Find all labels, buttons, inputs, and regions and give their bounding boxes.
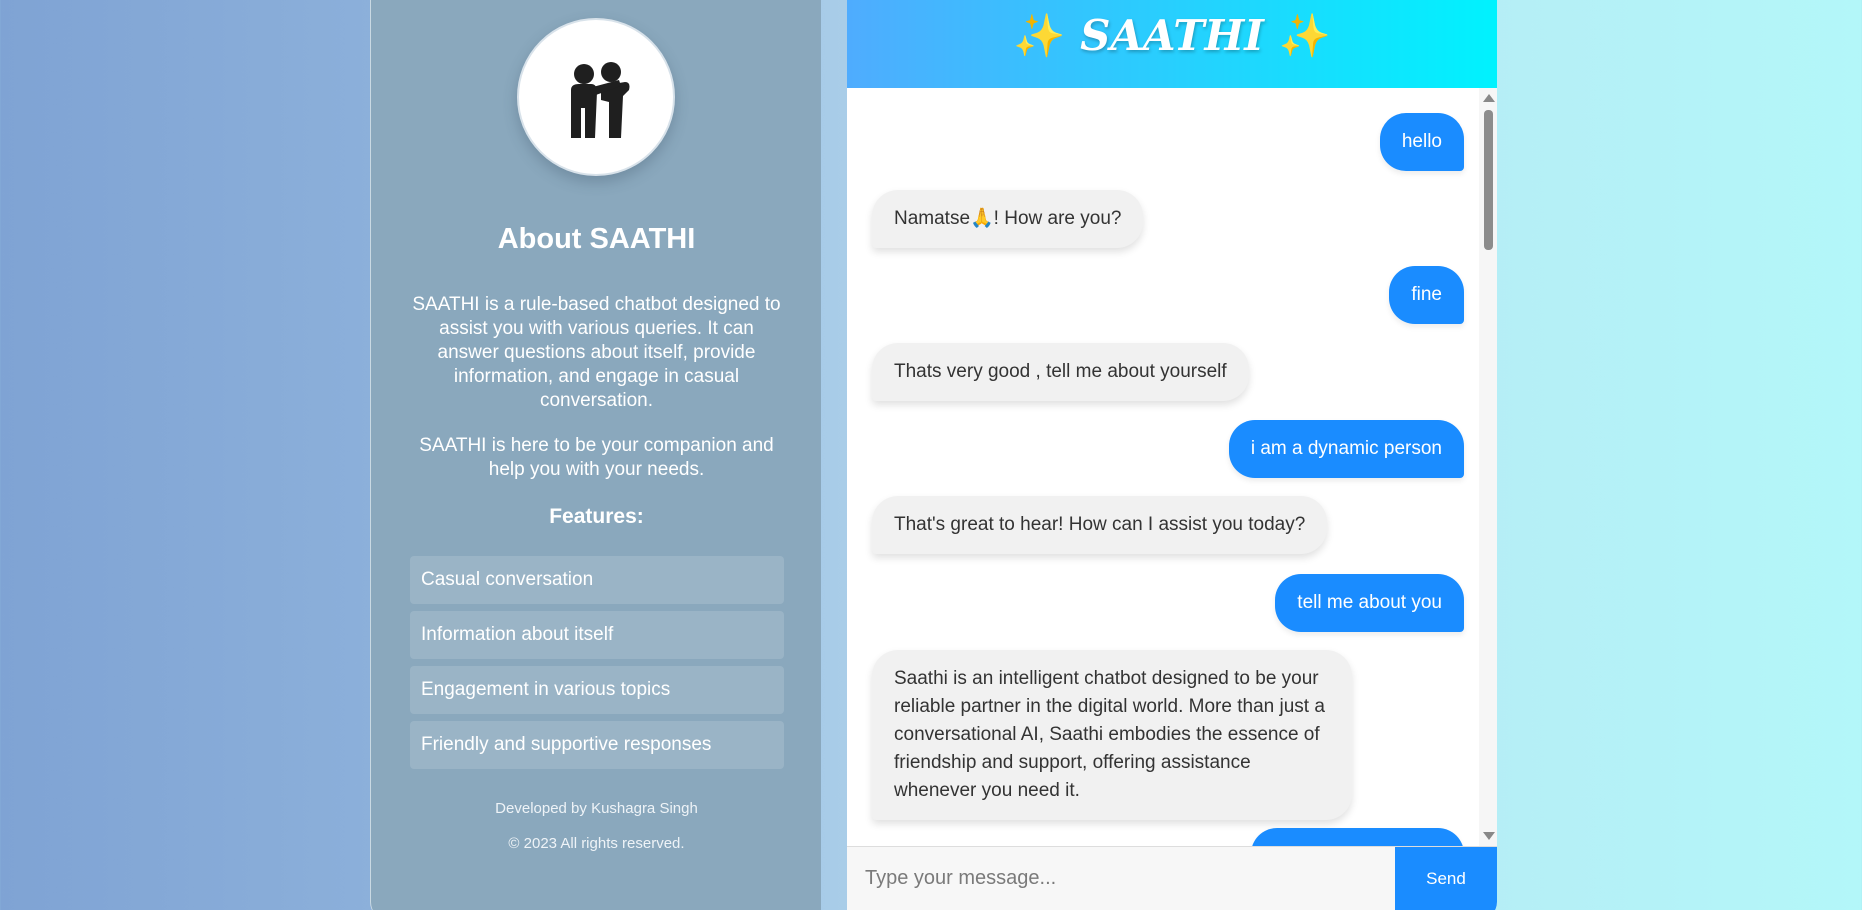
about-title: About SAATHI: [497, 223, 696, 255]
about-tagline: SAATHI is here to be your companion and …: [419, 435, 774, 480]
message-scrollbar[interactable]: [1479, 88, 1497, 846]
message-input[interactable]: [847, 847, 1395, 910]
bot-message: That's great to hear! How can I assist y…: [872, 496, 1328, 554]
chat-title: SAATHI: [1080, 11, 1264, 60]
features-list: Casual conversation Information about it…: [410, 556, 784, 776]
avatar: [517, 18, 675, 176]
user-message: [1251, 828, 1464, 846]
user-message: fine: [1389, 266, 1464, 324]
about-description: SAATHI is a rule-based chatbot designed …: [412, 294, 781, 411]
message-list[interactable]: hello Namatse🙏! How are you? fine Thats …: [847, 88, 1479, 846]
scroll-down-arrow-icon[interactable]: [1483, 832, 1495, 840]
send-button[interactable]: Send: [1395, 847, 1497, 910]
user-message: hello: [1379, 113, 1464, 171]
message-input-bar: Send: [847, 846, 1497, 910]
scroll-up-arrow-icon[interactable]: [1483, 94, 1495, 102]
scrollbar-thumb[interactable]: [1484, 110, 1493, 250]
user-message: tell me about you: [1275, 574, 1464, 632]
feature-item: Engagement in various topics: [410, 666, 784, 714]
feature-item: Information about itself: [410, 611, 784, 659]
bot-message: Namatse🙏! How are you?: [872, 190, 1144, 248]
feature-item: Casual conversation: [410, 556, 784, 604]
feature-item: Friendly and supportive responses: [410, 721, 784, 769]
features-title: Features:: [549, 505, 644, 528]
sparkles-icon: ✨: [1013, 11, 1066, 60]
user-message: i am a dynamic person: [1228, 420, 1464, 478]
bot-message: Saathi is an intelligent chatbot designe…: [872, 650, 1352, 820]
chat-panel: ✨ SAATHI ✨ hello Namatse🙏! How are you? …: [847, 0, 1497, 910]
bot-message: Thats very good , tell me about yourself: [872, 343, 1249, 401]
sparkles-icon: ✨: [1278, 11, 1331, 60]
copyright-notice: © 2023 All rights reserved.: [508, 835, 685, 852]
developer-credit: Developed by Kushagra Singh: [495, 800, 698, 817]
about-panel: About SAATHI SAATHI is a rule-based chat…: [370, 0, 821, 910]
two-people-icon: [571, 62, 630, 138]
chat-header: ✨ SAATHI ✨: [847, 0, 1497, 88]
